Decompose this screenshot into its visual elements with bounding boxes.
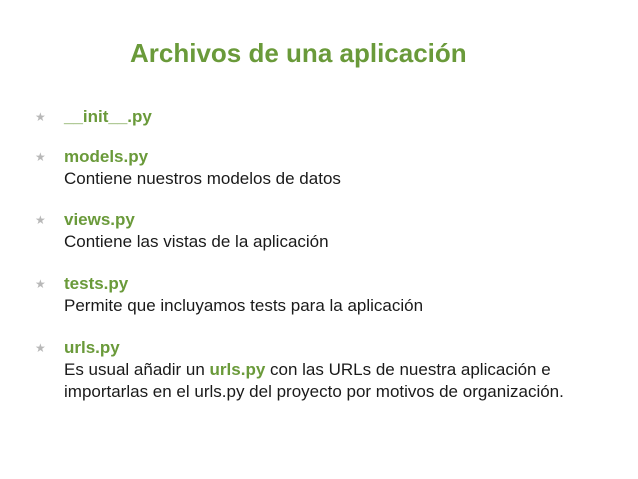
item-title: __init__.py <box>64 107 152 126</box>
item-title: models.py <box>64 147 149 166</box>
star-icon: ★ <box>35 213 46 227</box>
star-icon: ★ <box>35 150 46 164</box>
item-description: Permite que incluyamos tests para la apl… <box>64 296 424 315</box>
item-title: views.py <box>64 210 135 229</box>
item-description: Es usual añadir un urls.py con las URLs … <box>64 359 604 403</box>
item-title: urls.py <box>64 338 120 357</box>
star-icon: ★ <box>35 110 46 124</box>
description-text: Es usual añadir un <box>64 360 210 379</box>
description-highlight: urls.py <box>209 360 266 379</box>
item-description: Contiene las vistas de la aplicación <box>64 232 329 251</box>
star-icon: ★ <box>35 277 46 291</box>
slide-title: Archivos de una aplicación <box>130 38 467 68</box>
slide: Archivos de una aplicación ★ __init__.py… <box>0 0 638 479</box>
item-title: tests.py <box>64 274 129 293</box>
star-icon: ★ <box>35 341 46 355</box>
item-description: Contiene nuestros modelos de datos <box>64 169 341 188</box>
